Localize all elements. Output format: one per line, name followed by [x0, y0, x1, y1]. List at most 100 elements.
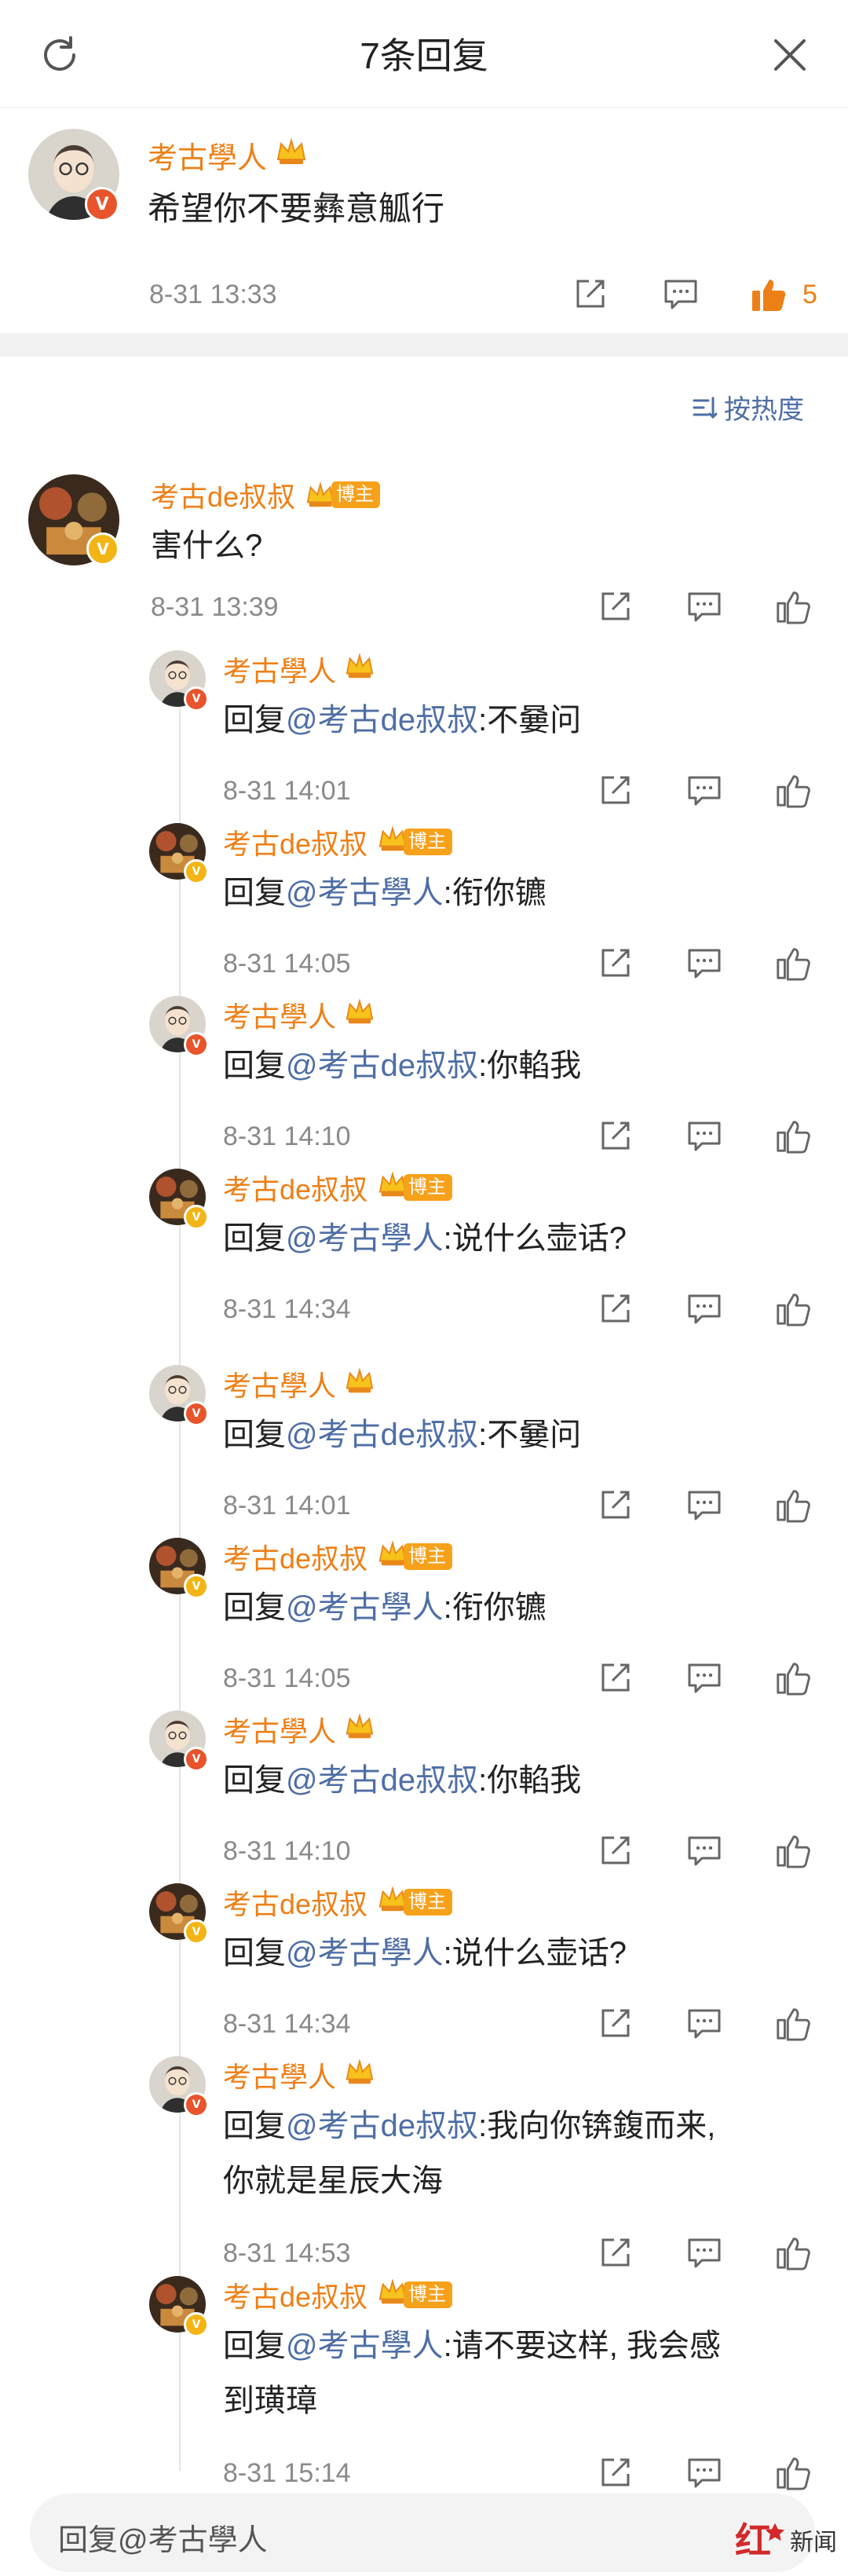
username-text[interactable]: 考古學人 [223, 1709, 336, 1750]
username-text[interactable]: 考古學人 [223, 2055, 336, 2095]
like-icon[interactable] [774, 944, 812, 982]
reply-username[interactable]: 考古de叔叔 博主 [223, 821, 453, 862]
like-icon[interactable] [774, 1659, 812, 1696]
like-icon[interactable] [774, 1290, 812, 1327]
reply-body: :你輡我 [478, 1048, 582, 1083]
username-text[interactable]: 考古學人 [223, 994, 336, 1035]
comment-icon[interactable] [663, 276, 699, 313]
like-count: 5 [802, 280, 817, 309]
like-icon[interactable] [774, 1486, 812, 1524]
reply-username[interactable]: 考古de叔叔 博主 [223, 1167, 453, 1208]
mention-link[interactable]: @考古de叔叔 [286, 2109, 478, 2143]
crown-icon [344, 1366, 375, 1403]
reply-username[interactable]: 考古de叔叔 博主 [223, 2274, 453, 2315]
share-icon[interactable] [597, 1833, 633, 1869]
share-icon[interactable] [597, 2006, 633, 2042]
share-icon[interactable] [597, 946, 633, 982]
comment-icon[interactable] [686, 1118, 722, 1154]
page-title: 7条回复 [360, 35, 488, 76]
comment-icon[interactable] [686, 773, 722, 809]
comment-icon[interactable] [686, 1660, 722, 1696]
reply-body: :衔你镳 [443, 876, 546, 910]
share-icon[interactable] [572, 276, 608, 313]
like-icon[interactable] [774, 1831, 812, 1869]
reply-input[interactable]: 回复@考古學人 [30, 2494, 815, 2572]
reply-time: 8-31 14:01 [223, 1491, 351, 1520]
reply-time: 8-31 13:39 [151, 592, 279, 622]
reply-username[interactable]: 考古學人 [223, 1709, 375, 1750]
share-icon[interactable] [597, 589, 633, 625]
mention-link[interactable]: @考古學人 [286, 1221, 444, 1256]
mention-link[interactable]: @考古學人 [286, 2329, 444, 2363]
share-icon[interactable] [597, 2235, 633, 2271]
like-icon[interactable] [774, 771, 812, 809]
username-text[interactable]: 考古de叔叔 [223, 2274, 367, 2315]
reply-input-placeholder: 回复@考古學人 [58, 2524, 268, 2557]
mention-link[interactable]: @考古de叔叔 [286, 1418, 478, 1452]
reply-text: 回复@考古學人:请不要这样, 我会感 [223, 2320, 721, 2366]
like-icon[interactable] [774, 2234, 812, 2271]
reply-username[interactable]: 考古de叔叔 博主 [223, 1536, 453, 1577]
reply-text: 回复@考古學人:说什么壶话? [223, 1213, 627, 1258]
reply-prefix: 回复 [223, 2109, 286, 2143]
mention-link[interactable]: @考古學人 [286, 876, 444, 910]
like-icon[interactable] [774, 587, 812, 625]
close-icon[interactable] [769, 35, 810, 75]
username-text[interactable]: 考古de叔叔 [223, 1536, 367, 1577]
verified-icon: V [184, 686, 209, 712]
reply-username[interactable]: 考古學人 [223, 2055, 375, 2095]
reply-username[interactable]: 考古學人 [223, 649, 375, 690]
mention-link[interactable]: @考古學人 [286, 1590, 444, 1625]
share-icon[interactable] [597, 1487, 633, 1524]
crown-icon [344, 651, 375, 688]
username-text[interactable]: 考古de叔叔 [223, 821, 367, 862]
like-icon[interactable] [774, 1117, 812, 1154]
reply-username[interactable]: 考古de叔叔 博主 [223, 1882, 453, 1923]
reply-username[interactable]: 考古學人 [223, 994, 375, 1035]
blogger-badge: 博主 [305, 480, 381, 510]
reply-username[interactable]: 考古de叔叔 博主 [151, 474, 381, 515]
refresh-icon[interactable] [38, 33, 82, 77]
reply-text: 回复@考古de叔叔:你輡我 [223, 1040, 581, 1085]
comment-icon[interactable] [686, 946, 722, 982]
badge-label: 博主 [404, 1543, 453, 1570]
comment-icon[interactable] [686, 2235, 722, 2271]
blogger-badge: 博主 [377, 1539, 453, 1575]
share-icon[interactable] [597, 2455, 633, 2491]
username-text[interactable]: 考古學人 [223, 1363, 336, 1404]
mention-link[interactable]: @考古de叔叔 [286, 1048, 478, 1083]
comment-icon[interactable] [686, 2455, 722, 2491]
reply-prefix: 回复 [223, 1418, 286, 1452]
share-icon[interactable] [597, 773, 633, 809]
username-text[interactable]: 考古de叔叔 [151, 474, 295, 515]
like-icon[interactable] [774, 2004, 812, 2042]
verified-icon: V [184, 1574, 209, 1599]
reply-prefix: 回复 [223, 1048, 286, 1083]
mention-link[interactable]: @考古de叔叔 [286, 1763, 478, 1798]
comment-icon[interactable] [686, 2006, 722, 2042]
mention-link[interactable]: @考古de叔叔 [286, 703, 478, 737]
username-text[interactable]: 考古學人 [223, 649, 336, 690]
reply-body: :我向你锛鍑而来, [478, 2109, 716, 2143]
reply-text: 回复@考古學人:衔你镳 [223, 1582, 546, 1627]
username-text[interactable]: 考古學人 [148, 134, 267, 177]
share-icon[interactable] [597, 1118, 633, 1154]
reply-time: 8-31 14:01 [223, 776, 351, 806]
like-icon[interactable] [749, 275, 788, 314]
comment-username[interactable]: 考古學人 [148, 134, 308, 177]
like-icon[interactable] [774, 2453, 812, 2491]
reply-time: 8-31 14:10 [223, 1836, 351, 1866]
sort-button[interactable]: 按热度 [691, 388, 804, 426]
comment-icon[interactable] [686, 1833, 722, 1869]
share-icon[interactable] [597, 1660, 633, 1696]
comment-icon[interactable] [686, 589, 722, 625]
reply-time: 8-31 14:05 [223, 949, 351, 979]
username-text[interactable]: 考古de叔叔 [223, 1167, 367, 1208]
reply-username[interactable]: 考古學人 [223, 1363, 375, 1404]
comment-icon[interactable] [686, 1487, 722, 1524]
username-text[interactable]: 考古de叔叔 [223, 1882, 367, 1923]
top-bar: 7条回复 [0, 0, 848, 108]
comment-icon[interactable] [686, 1291, 722, 1327]
share-icon[interactable] [597, 1291, 633, 1327]
mention-link[interactable]: @考古學人 [286, 1936, 444, 1970]
